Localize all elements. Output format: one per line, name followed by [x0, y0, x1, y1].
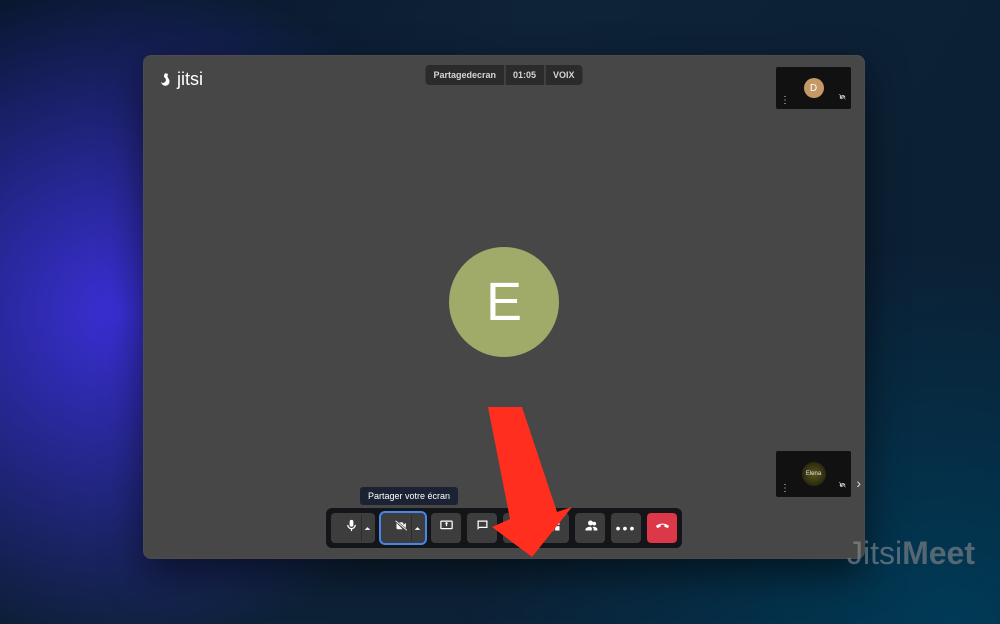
camera-off-icon [394, 518, 409, 538]
raise-hand-button[interactable] [503, 513, 533, 543]
more-actions-button[interactable]: ••• [611, 513, 641, 543]
avatar: Elena [802, 462, 826, 486]
avatar-initial: D [810, 83, 817, 94]
camera-off-icon [838, 88, 847, 106]
brand-name: jitsi [177, 69, 203, 90]
jitsi-icon [157, 72, 173, 88]
camera-off-icon [838, 476, 847, 494]
chat-icon [475, 518, 490, 538]
conference-timer: 01:05 [504, 65, 544, 85]
hangup-icon [655, 518, 670, 538]
main-stage-avatar: E [449, 247, 559, 357]
main-avatar-letter: E [486, 271, 522, 333]
avatar: D [804, 78, 824, 98]
room-name: Partagedecran [425, 65, 504, 85]
brand-logo: jitsi [157, 69, 203, 90]
mic-button[interactable] [331, 513, 375, 543]
camera-options-caret[interactable] [411, 515, 423, 541]
tile-menu-icon[interactable]: ⋮ [780, 484, 790, 494]
camera-button[interactable] [381, 513, 425, 543]
tile-menu-icon[interactable]: ⋮ [780, 96, 790, 106]
raise-hand-icon [511, 518, 526, 538]
participants-icon [583, 518, 598, 538]
watermark-part1: Jitsi [847, 535, 902, 571]
chevron-up-icon [414, 525, 421, 532]
share-screen-button[interactable] [431, 513, 461, 543]
toolbar: ••• [326, 508, 682, 548]
share-screen-icon [439, 518, 454, 538]
tile-view-button[interactable] [539, 513, 569, 543]
tile-view-icon [547, 518, 562, 538]
more-icon: ••• [616, 521, 637, 535]
hangup-button[interactable] [647, 513, 677, 543]
tooltip-text: Partager votre écran [368, 491, 450, 501]
dominant-speaker-label: VOIX [544, 65, 583, 85]
conference-info-pill[interactable]: Partagedecran 01:05 VOIX [425, 65, 582, 85]
mic-icon [344, 518, 359, 538]
watermark-part2: Meet [902, 535, 975, 571]
chat-button[interactable] [467, 513, 497, 543]
avatar-name: Elena [806, 471, 821, 477]
app-window: jitsi Partagedecran 01:05 VOIX D ⋮ Elena… [143, 55, 865, 559]
mic-options-caret[interactable] [361, 515, 373, 541]
participant-tile-local[interactable]: Elena ⋮ [776, 451, 851, 497]
watermark: JitsiMeet [847, 535, 975, 572]
chevron-up-icon [364, 525, 371, 532]
participants-button[interactable] [575, 513, 605, 543]
tooltip: Partager votre écran [360, 487, 458, 505]
participant-tile-remote[interactable]: D ⋮ [776, 67, 851, 109]
filmstrip-toggle[interactable]: › [854, 472, 863, 494]
